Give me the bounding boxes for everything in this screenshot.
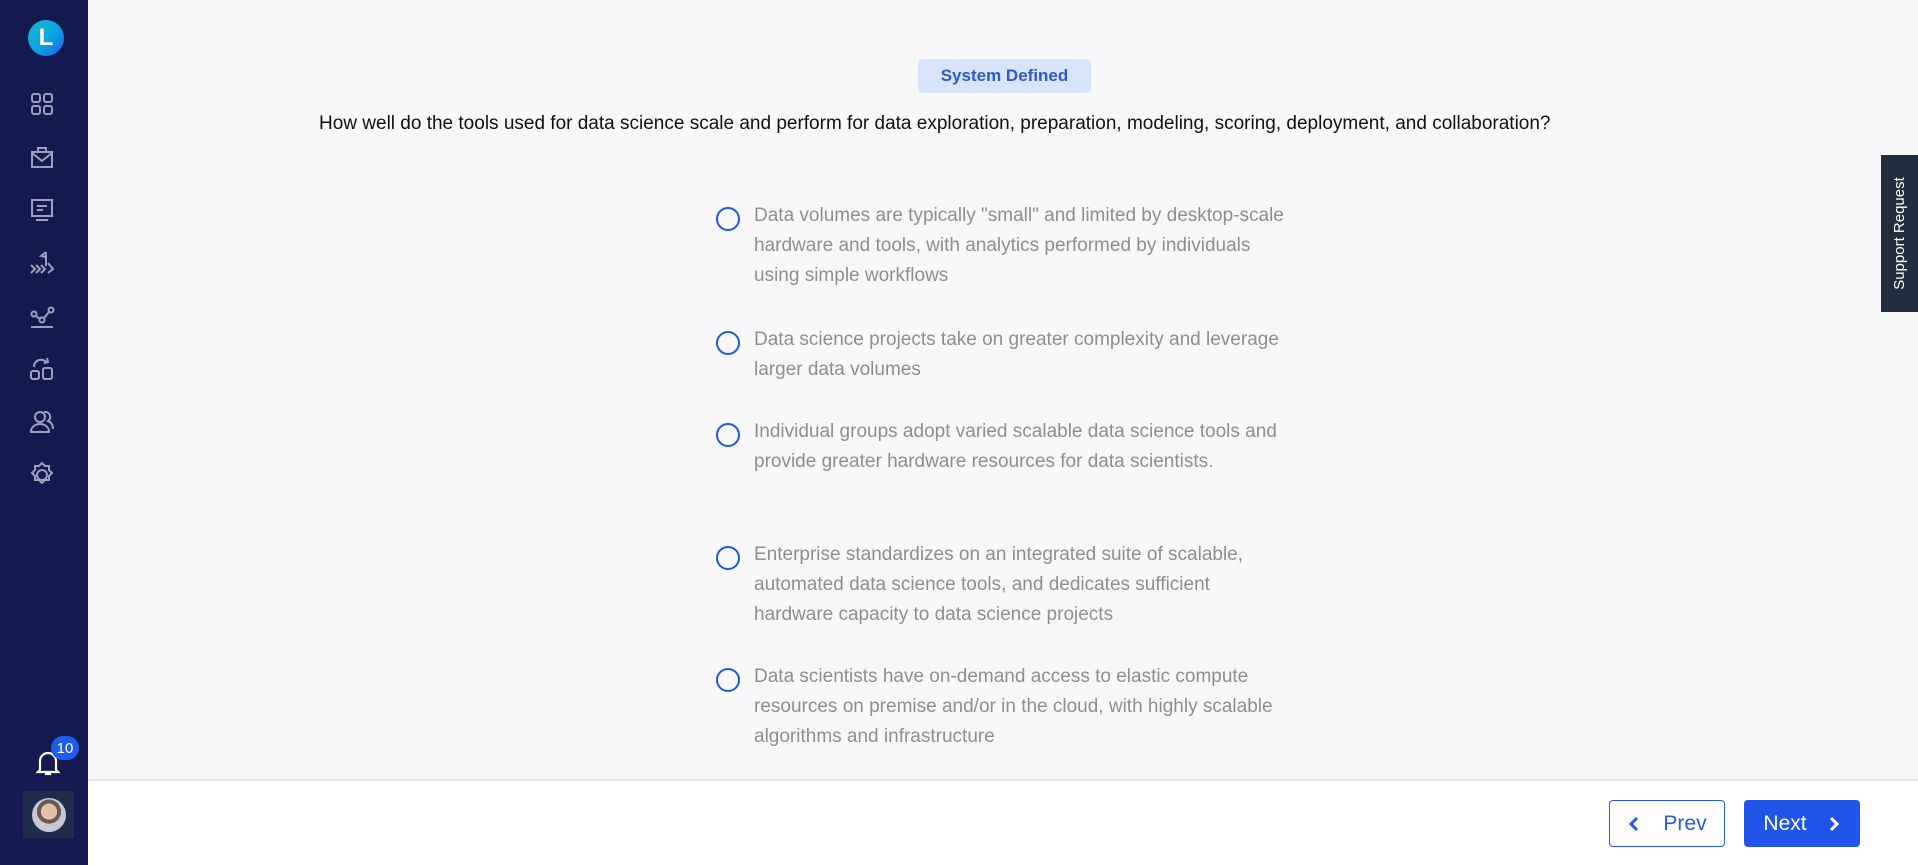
presentation-icon [31, 199, 53, 221]
user-avatar [31, 797, 66, 832]
settings-gear-icon [30, 461, 54, 485]
analytics-line-icon [30, 306, 55, 328]
chevron-right-icon [1829, 816, 1839, 831]
dashboard-grid-icon [31, 93, 53, 115]
answer-option-label: Data science projects take on greater co… [754, 329, 1279, 380]
support-request-tab[interactable]: Support Request [1881, 155, 1918, 312]
radio-button[interactable] [716, 546, 740, 570]
radio-button[interactable] [716, 207, 740, 231]
nav-roadmap[interactable] [26, 247, 58, 279]
nav-settings[interactable] [26, 459, 58, 491]
nav-users[interactable] [26, 406, 58, 438]
answer-option[interactable]: Data volumes are typically "small" and l… [716, 201, 1296, 291]
nav-analytics[interactable] [26, 300, 58, 332]
nav-presentations[interactable] [26, 194, 58, 226]
briefcase-icon [31, 147, 53, 168]
support-request-label: Support Request [1891, 177, 1909, 290]
transform-blocks-icon [30, 357, 53, 380]
answer-option-label: Data volumes are typically "small" and l… [754, 205, 1284, 286]
radio-button[interactable] [716, 668, 740, 692]
answer-option-label: Individual groups adopt varied scalable … [754, 421, 1277, 472]
roadmap-flag-icon [30, 251, 55, 274]
user-menu[interactable] [23, 791, 74, 838]
users-icon [29, 410, 54, 433]
chevron-left-icon [1629, 816, 1639, 831]
nav-transform[interactable] [26, 353, 58, 385]
nav-portfolio[interactable] [26, 141, 58, 173]
answer-option[interactable]: Individual groups adopt varied scalable … [716, 417, 1296, 477]
radio-button[interactable] [716, 423, 740, 447]
next-button[interactable]: Next [1744, 800, 1860, 847]
answer-option[interactable]: Data scientists have on-demand access to… [716, 662, 1296, 752]
answer-option[interactable]: Data science projects take on greater co… [716, 325, 1296, 385]
next-button-label: Next [1763, 811, 1807, 835]
notification-count-badge: 10 [51, 736, 79, 760]
answer-option-label: Data scientists have on-demand access to… [754, 666, 1273, 747]
radio-button[interactable] [716, 331, 740, 355]
nav-dashboard[interactable] [26, 88, 58, 120]
app-logo[interactable]: L [28, 20, 64, 56]
answer-option[interactable]: Enterprise standardizes on an integrated… [716, 540, 1296, 630]
question-text: How well do the tools used for data scie… [319, 113, 1551, 134]
prev-button[interactable]: Prev [1609, 800, 1725, 847]
prev-button-label: Prev [1663, 811, 1707, 835]
sidebar: L 10 [0, 0, 88, 865]
answer-option-label: Enterprise standardizes on an integrated… [754, 544, 1244, 625]
system-defined-tag: System Defined [918, 59, 1091, 93]
